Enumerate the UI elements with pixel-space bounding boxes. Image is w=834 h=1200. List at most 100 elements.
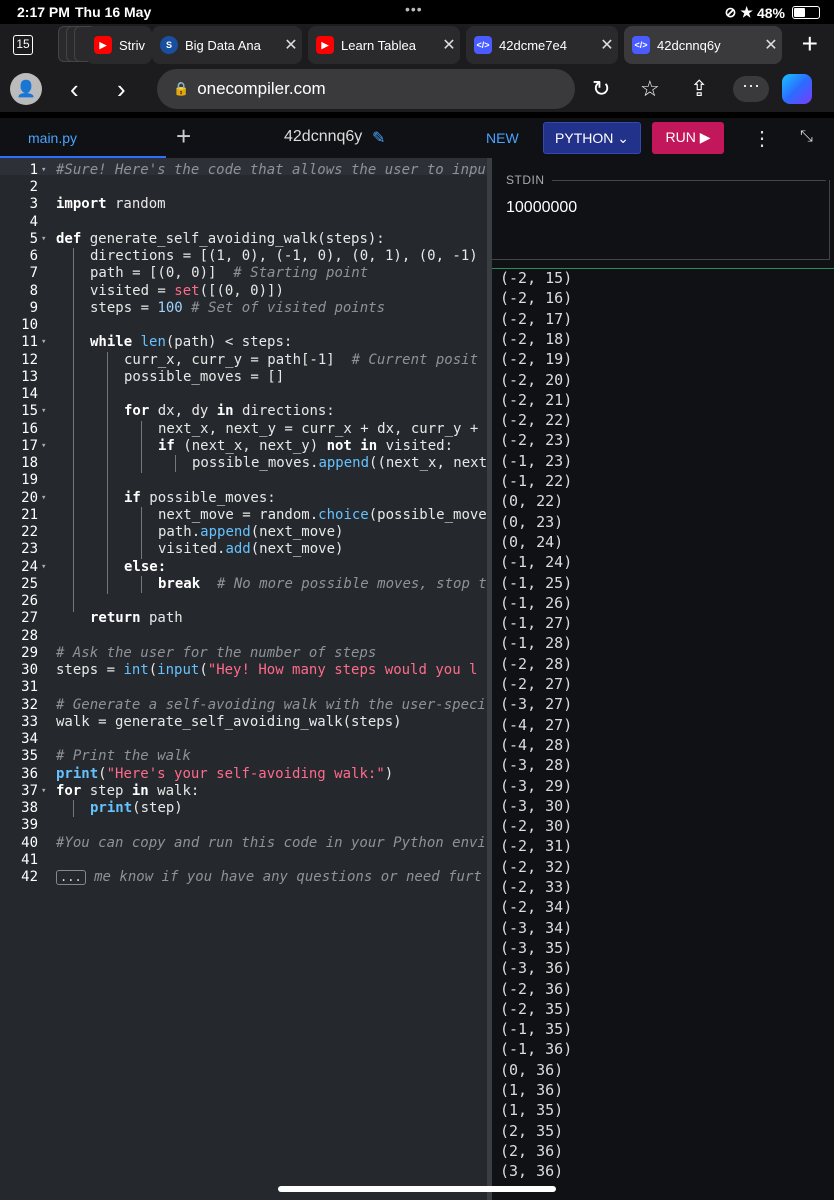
output-line: (-1, 28) <box>500 634 573 653</box>
home-indicator[interactable] <box>278 1186 556 1192</box>
code-line: #Sure! Here's the code that allows the u… <box>56 162 486 178</box>
run-button[interactable]: RUN ▶ <box>652 122 724 154</box>
output-line: (0, 23) <box>500 512 564 531</box>
line-number: 18 <box>21 455 38 471</box>
back-icon[interactable]: ‹ <box>70 74 79 105</box>
indent-guide <box>141 576 142 593</box>
code-editor[interactable]: 1 ▾ #Sure! Here's the code that allows the… <box>0 158 487 1200</box>
copilot-icon[interactable] <box>782 74 812 104</box>
code-line: possible_moves = [] <box>124 369 285 385</box>
close-tab-icon[interactable]: ✕ <box>280 35 302 55</box>
status-right: ⊘ ★ 48% <box>725 4 820 21</box>
line-number: 34 <box>21 731 38 747</box>
fold-icon[interactable]: ▾ <box>41 403 46 420</box>
line-number: 30 <box>21 662 38 678</box>
code-line: steps = int(input("Hey! How many steps w… <box>56 662 478 678</box>
tab-striv[interactable]: ▶ Striv <box>86 26 152 64</box>
close-tab-icon[interactable]: ✕ <box>760 35 782 55</box>
output-line: (-1, 27) <box>500 614 573 633</box>
fold-icon[interactable]: ▾ <box>41 559 46 576</box>
code-line: break # No more possible moves, stop t <box>158 576 487 592</box>
url-text: onecompiler.com <box>197 79 326 98</box>
close-tab-icon[interactable]: ✕ <box>438 35 460 55</box>
fold-icon[interactable]: ▾ <box>41 438 46 455</box>
play-icon: ▶ <box>699 129 711 145</box>
tab-count-button[interactable]: 15 <box>13 35 33 55</box>
output-line: (-1, 22) <box>500 472 573 490</box>
output-line: (-2, 32) <box>500 857 573 876</box>
profile-avatar[interactable]: 👤 <box>10 73 42 105</box>
file-tab-main[interactable]: main.py <box>0 118 166 158</box>
line-number: 4 <box>29 214 38 230</box>
stdin-divider <box>552 180 826 181</box>
line-number: 6 <box>29 248 38 264</box>
line-number: 39 <box>21 817 38 833</box>
line-number: 14 <box>21 386 38 402</box>
line-number: 36 <box>21 766 38 782</box>
code-line: next_move = random.choice(possible_move <box>158 507 487 523</box>
language-select[interactable]: PYTHON ⌄ <box>543 122 641 154</box>
line-number: 28 <box>21 628 38 644</box>
line-number: 8 <box>29 283 38 299</box>
tab-42dcme7e4[interactable]: </> 42dcme7e4 ✕ <box>466 26 618 64</box>
code-line: #You can copy and run this code in your … <box>56 835 486 851</box>
output-line: (1, 36) <box>500 1081 564 1099</box>
indent-guide <box>141 507 142 559</box>
output-line: (0, 22) <box>500 492 564 511</box>
code-line: directions = [(1, 0), (-1, 0), (0, 1), (… <box>90 248 478 264</box>
output-line: (-3, 34) <box>500 918 573 937</box>
multitasking-dots-icon[interactable]: ••• <box>405 1 423 17</box>
line-number: 7 <box>29 265 38 281</box>
edit-title-icon[interactable]: ✎ <box>372 128 385 148</box>
new-tab-button[interactable]: + <box>802 28 818 60</box>
line-number: 2 <box>29 179 38 195</box>
fold-icon[interactable]: ▾ <box>41 490 46 507</box>
output-line: (2, 36) <box>500 1141 564 1160</box>
code-line: else: <box>124 559 167 575</box>
folded-code-button[interactable]: ... <box>56 870 86 885</box>
tab-learn-tableau[interactable]: ▶ Learn Tablea ✕ <box>308 26 460 64</box>
lock-icon: 🔒 <box>173 81 190 96</box>
line-number: 12 <box>21 352 38 368</box>
output-line: (-2, 28) <box>500 654 573 673</box>
fold-icon[interactable]: ▾ <box>41 162 46 179</box>
output-line: (-2, 33) <box>500 878 573 896</box>
output-line: (0, 24) <box>500 532 564 551</box>
fold-icon[interactable]: ▾ <box>41 334 46 351</box>
tab-big-data[interactable]: S Big Data Ana ✕ <box>152 26 302 64</box>
output-line: (0, 36) <box>500 1060 564 1079</box>
code-line: ... me know if you have any questions or… <box>56 869 482 886</box>
forward-icon[interactable]: › <box>117 74 126 105</box>
line-number: 9 <box>29 300 38 316</box>
share-icon[interactable]: ⇪ <box>690 76 708 102</box>
stdin-input[interactable]: 10000000 <box>506 199 577 217</box>
line-number: 27 <box>21 610 38 626</box>
line-number: 32 <box>21 697 38 713</box>
new-button[interactable]: NEW <box>486 130 519 146</box>
line-number: 41 <box>21 852 38 868</box>
code-line: for step in walk: <box>56 783 200 799</box>
fold-icon[interactable]: ▾ <box>41 231 46 248</box>
output-line: (-2, 23) <box>500 431 573 450</box>
reload-icon[interactable]: ↻ <box>592 76 610 102</box>
output-line: (-2, 18) <box>500 329 573 348</box>
add-file-icon[interactable]: + <box>176 121 191 152</box>
collapse-icon[interactable]: ⤡ <box>800 128 813 146</box>
line-number: 5 <box>29 231 38 247</box>
line-number: 10 <box>21 317 38 333</box>
output-line: (-1, 24) <box>500 553 573 572</box>
tab-42dcnnq6y-active[interactable]: </> 42dcnnq6y ✕ <box>624 26 782 64</box>
favorites-icon[interactable]: ☆ <box>640 76 660 102</box>
output-line: (-1, 25) <box>500 573 573 592</box>
code-line: path = [(0, 0)] # Starting point <box>90 265 369 281</box>
code-line: print(step) <box>90 800 183 816</box>
close-tab-icon[interactable]: ✕ <box>596 35 618 55</box>
code-line: curr_x, curr_y = path[-1] # Current posi… <box>124 352 479 368</box>
line-number: 37 <box>21 783 38 799</box>
address-bar[interactable]: 🔒 onecompiler.com <box>157 69 575 109</box>
kebab-menu-icon[interactable]: ⋮ <box>752 126 772 151</box>
battery-icon <box>792 6 820 19</box>
fold-icon[interactable]: ▾ <box>41 783 46 800</box>
more-options-icon[interactable]: ··· <box>733 76 769 102</box>
indent-guide <box>73 248 74 612</box>
